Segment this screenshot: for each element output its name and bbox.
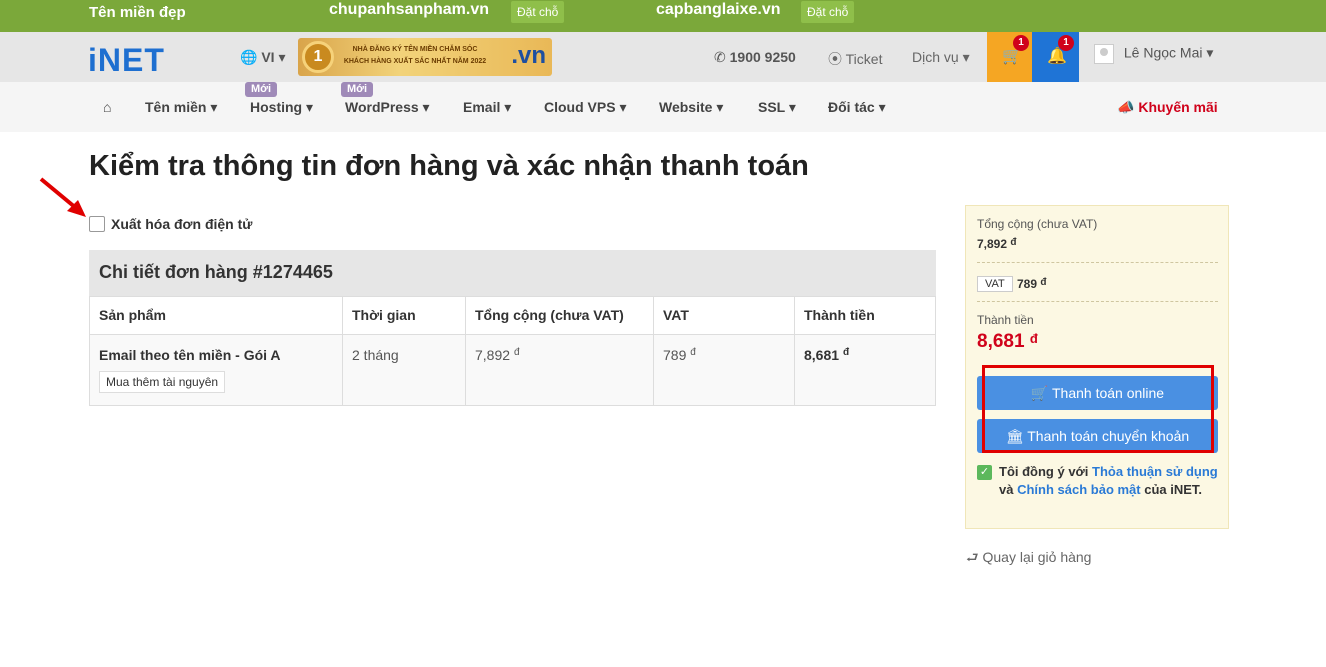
promo-bar: Tên miền đẹp chupanhsanpham.vn Đặt chỗ c…	[0, 0, 1326, 32]
caret-down-icon: ▾	[278, 49, 286, 65]
agree-checkbox[interactable]: ✓	[977, 465, 992, 480]
promo-domain-1[interactable]: chupanhsanpham.vn	[329, 1, 489, 19]
subtotal-label: Tổng cộng (chưa VAT)	[977, 217, 1098, 231]
hotline[interactable]: ✆ 1900 9250	[714, 49, 796, 66]
banner-text: NHÀ ĐĂNG KÝ TÊN MIỀN CHĂM SÓC KHÁCH HÀNG…	[343, 46, 487, 65]
reserve-button-1[interactable]: Đặt chỗ	[511, 1, 565, 23]
avatar	[1094, 44, 1114, 64]
nav-item-doi-tac[interactable]: Đối tác ▾	[828, 99, 886, 116]
nav-item-ssl[interactable]: SSL ▾	[758, 99, 796, 116]
col-vat: VAT	[653, 296, 795, 335]
divider	[977, 262, 1218, 263]
page-title: Kiểm tra thông tin đơn hàng và xác nhận …	[89, 150, 809, 182]
grand-total: 8,681 đ	[977, 331, 1038, 352]
cart-button[interactable]: 🛒 1	[987, 32, 1032, 82]
back-to-cart-link[interactable]: ⮐ Quay lại giỏ hàng	[966, 547, 1091, 571]
notification-button[interactable]: 🔔 1	[1032, 32, 1079, 82]
language-selector[interactable]: 🌐 VI ▾	[240, 49, 285, 66]
product-cell: Email theo tên miền - Gói A Mua thêm tài…	[89, 334, 343, 406]
col-total: Thành tiền	[794, 296, 936, 335]
order-title: Chi tiết đơn hàng #1274465	[89, 250, 936, 296]
services-menu[interactable]: Dịch vụ ▾	[912, 49, 970, 66]
col-subtotal: Tổng cộng (chưa VAT)	[465, 296, 654, 335]
inet-logo[interactable]: iNET	[88, 42, 165, 79]
annotation-arrow-icon	[39, 177, 86, 217]
order-table: Sản phẩm Thời gian Tổng cộng (chưa VAT) …	[89, 296, 936, 406]
col-product: Sản phẩm	[89, 296, 343, 335]
lifebuoy-icon: ⦿	[828, 51, 842, 67]
duration-cell: 2 tháng	[342, 334, 466, 406]
user-menu[interactable]: Lê Ngọc Mai ▾	[1094, 44, 1213, 64]
col-duration: Thời gian	[342, 296, 466, 335]
cart-count-badge: 1	[1013, 35, 1029, 51]
invoice-checkbox[interactable]	[89, 216, 105, 232]
total-label: Thành tiền	[977, 313, 1034, 327]
new-badge-hosting: Mới	[245, 82, 278, 97]
terms-link[interactable]: Thỏa thuận sử dụng	[1092, 464, 1218, 479]
globe-icon: 🌐	[240, 49, 258, 65]
award-banner[interactable]: 1 NHÀ ĐĂNG KÝ TÊN MIỀN CHĂM SÓC KHÁCH HÀ…	[298, 38, 552, 76]
main-nav: ⌂ Tên miền ▾ Mới Hosting ▾ Mới WordPress…	[0, 82, 1326, 132]
add-resource-button[interactable]: Mua thêm tài nguyên	[99, 371, 226, 393]
subtotal-cell: 7,892 đ	[465, 334, 654, 406]
phone-icon: ✆	[714, 49, 726, 65]
header: iNET 🌐 VI ▾ 1 NHÀ ĐĂNG KÝ TÊN MIỀN CHĂM …	[0, 32, 1326, 82]
nav-item-hosting[interactable]: Hosting ▾	[250, 99, 313, 116]
megaphone-icon: 📣	[1117, 99, 1135, 115]
reserve-button-2[interactable]: Đặt chỗ	[801, 1, 855, 23]
promo-domain-2[interactable]: capbanglaixe.vn	[656, 1, 781, 19]
home-icon[interactable]: ⌂	[103, 99, 111, 115]
vat-chip: VAT	[977, 276, 1013, 292]
return-icon: ⮐	[966, 549, 979, 565]
user-name: Lê Ngọc Mai	[1123, 44, 1203, 61]
nav-item-wordpress[interactable]: WordPress ▾	[345, 99, 430, 116]
invoice-label[interactable]: Xuất hóa đơn điện tử	[111, 216, 252, 232]
subtotal-value: 7,892 đ	[977, 237, 1017, 251]
table-header-row: Sản phẩm Thời gian Tổng cộng (chưa VAT) …	[89, 296, 936, 335]
nav-item-promo[interactable]: 📣 Khuyến mãi	[1117, 99, 1218, 116]
new-badge-wordpress: Mới	[341, 82, 374, 97]
notification-count-badge: 1	[1058, 35, 1074, 51]
ticket-link[interactable]: ⦿ Ticket	[828, 49, 882, 69]
medal-icon: 1	[302, 41, 334, 73]
privacy-link[interactable]: Chính sách bảo mật	[1017, 482, 1141, 497]
caret-down-icon: ▾	[1206, 44, 1214, 61]
caret-down-icon: ▾	[962, 49, 970, 65]
nav-item-email[interactable]: Email ▾	[463, 99, 511, 116]
vn-logo: .vn	[511, 42, 546, 69]
divider	[977, 301, 1218, 302]
promo-title: Tên miền đẹp	[89, 4, 186, 21]
nav-item-cloud-vps[interactable]: Cloud VPS ▾	[544, 99, 626, 116]
vat-value: 789 đ	[1017, 277, 1047, 291]
total-cell: 8,681 đ	[794, 334, 936, 406]
annotation-highlight-box	[982, 365, 1214, 453]
table-row: Email theo tên miền - Gói A Mua thêm tài…	[89, 334, 936, 406]
nav-item-website[interactable]: Website ▾	[659, 99, 723, 116]
order-details: Chi tiết đơn hàng #1274465 Sản phẩm Thời…	[89, 250, 936, 406]
language-code: VI	[261, 49, 275, 65]
product-name: Email theo tên miền - Gói A	[99, 347, 281, 363]
nav-item-ten-mien[interactable]: Tên miền ▾	[145, 99, 217, 116]
vat-cell: 789 đ	[653, 334, 795, 406]
